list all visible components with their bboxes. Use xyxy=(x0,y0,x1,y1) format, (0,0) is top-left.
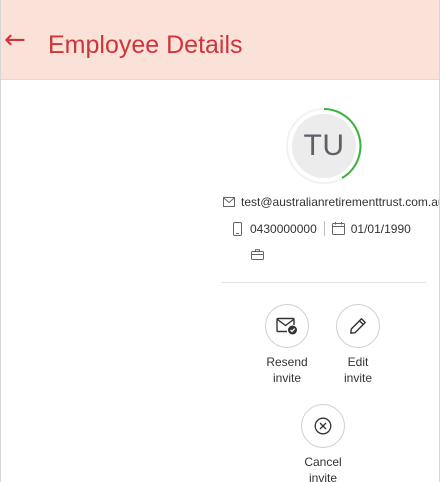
envelope-icon xyxy=(223,197,235,207)
resend-label-line2[interactable]: invite xyxy=(266,370,307,386)
work-row xyxy=(251,249,264,260)
avatar-progress: TU xyxy=(284,106,364,186)
page-header: ← Employee Details xyxy=(1,0,439,80)
edit-label-line2[interactable]: invite xyxy=(344,370,372,386)
resend-invite-label[interactable]: Resend invite xyxy=(266,354,307,386)
page-title[interactable]: Employee Details xyxy=(48,30,243,60)
calendar-icon xyxy=(331,222,345,235)
mail-check-icon xyxy=(276,317,297,335)
email-text: test@australianretirementtrust.com.au xyxy=(241,195,440,209)
cancel-label-line1[interactable]: Cancel xyxy=(304,454,341,470)
cancel-invite-label[interactable]: Cancel invite xyxy=(304,454,341,482)
cancel-invite-button[interactable]: Cancel invite xyxy=(288,404,358,482)
briefcase-icon xyxy=(251,249,264,260)
circle-x-icon xyxy=(314,417,332,435)
phone-dob-row: 0430000000 01/01/1990 xyxy=(233,221,411,236)
dob-text: 01/01/1990 xyxy=(350,221,411,236)
divider xyxy=(221,282,426,283)
employee-details-panel: ← Employee Details TU test@australianret… xyxy=(0,0,440,482)
avatar: TU xyxy=(292,114,356,178)
pencil-icon xyxy=(350,318,366,334)
phone-icon xyxy=(233,221,242,236)
arrow-left-icon[interactable]: ← xyxy=(4,25,26,55)
cancel-invite-circle[interactable] xyxy=(301,404,345,448)
cancel-label-line2[interactable]: invite xyxy=(304,470,341,482)
edit-invite-label[interactable]: Edit invite xyxy=(344,354,372,386)
edit-invite-circle[interactable] xyxy=(336,304,380,348)
separator xyxy=(323,221,325,236)
email-row: test@australianretirementtrust.com.au xyxy=(223,195,440,209)
resend-invite-button[interactable]: Resend invite xyxy=(252,304,322,386)
phone-text: 0430000000 xyxy=(250,221,317,236)
edit-label-line1[interactable]: Edit xyxy=(344,354,372,370)
resend-invite-circle[interactable] xyxy=(265,304,309,348)
edit-invite-button[interactable]: Edit invite xyxy=(323,304,393,386)
resend-label-line1[interactable]: Resend xyxy=(266,354,307,370)
